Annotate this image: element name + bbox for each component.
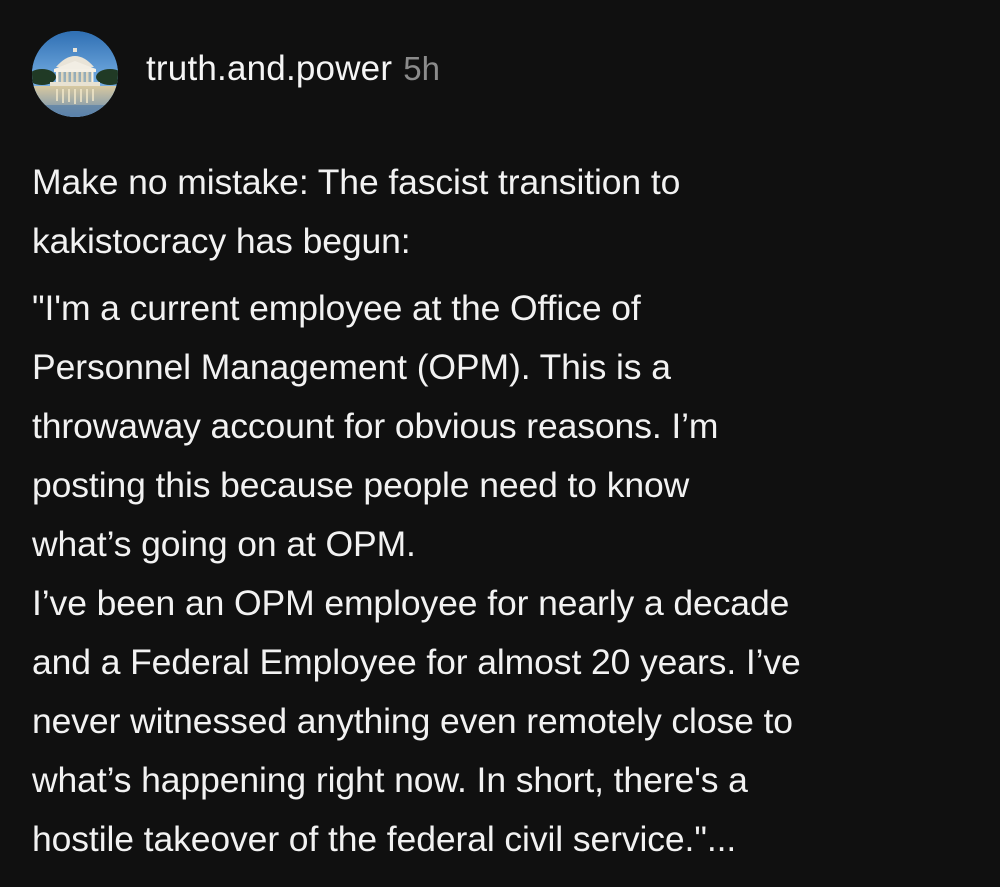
post-paragraph-quote-1: "I'm a current employee at the Office of… xyxy=(32,279,982,574)
text-line[interactable]: hostile takeover of the federal civil se… xyxy=(32,810,982,869)
text-line: posting this because people need to know xyxy=(32,465,690,505)
post-paragraph-quote-2: I’ve been an OPM employee for nearly a d… xyxy=(32,574,982,869)
text-line: Personnel Management (OPM). This is a xyxy=(32,347,671,387)
post: truth.and.power 5h Make no mistake: The … xyxy=(0,0,1000,887)
text-line: kakistocracy has begun: xyxy=(32,221,411,261)
post-body: Make no mistake: The fascist transition … xyxy=(32,153,982,869)
text-line: never witnessed anything even remotely c… xyxy=(32,701,793,741)
avatar-image xyxy=(32,31,118,117)
text-line: and a Federal Employee for almost 20 yea… xyxy=(32,642,801,682)
timestamp: 5h xyxy=(403,50,440,87)
avatar[interactable] xyxy=(32,31,118,117)
text-line: "I'm a current employee at the Office of xyxy=(32,288,641,328)
text-line: what’s going on at OPM. xyxy=(32,524,416,564)
text-line: throwaway account for obvious reasons. I… xyxy=(32,406,719,446)
post-meta: truth.and.power 5h xyxy=(146,49,440,89)
text-line: Make no mistake: The fascist transition … xyxy=(32,162,681,202)
username[interactable]: truth.and.power xyxy=(146,49,392,89)
post-paragraph-intro: Make no mistake: The fascist transition … xyxy=(32,153,982,271)
post-header: truth.and.power 5h xyxy=(32,30,440,118)
text-line: what’s happening right now. In short, th… xyxy=(32,760,748,800)
text-line: I’ve been an OPM employee for nearly a d… xyxy=(32,583,790,623)
